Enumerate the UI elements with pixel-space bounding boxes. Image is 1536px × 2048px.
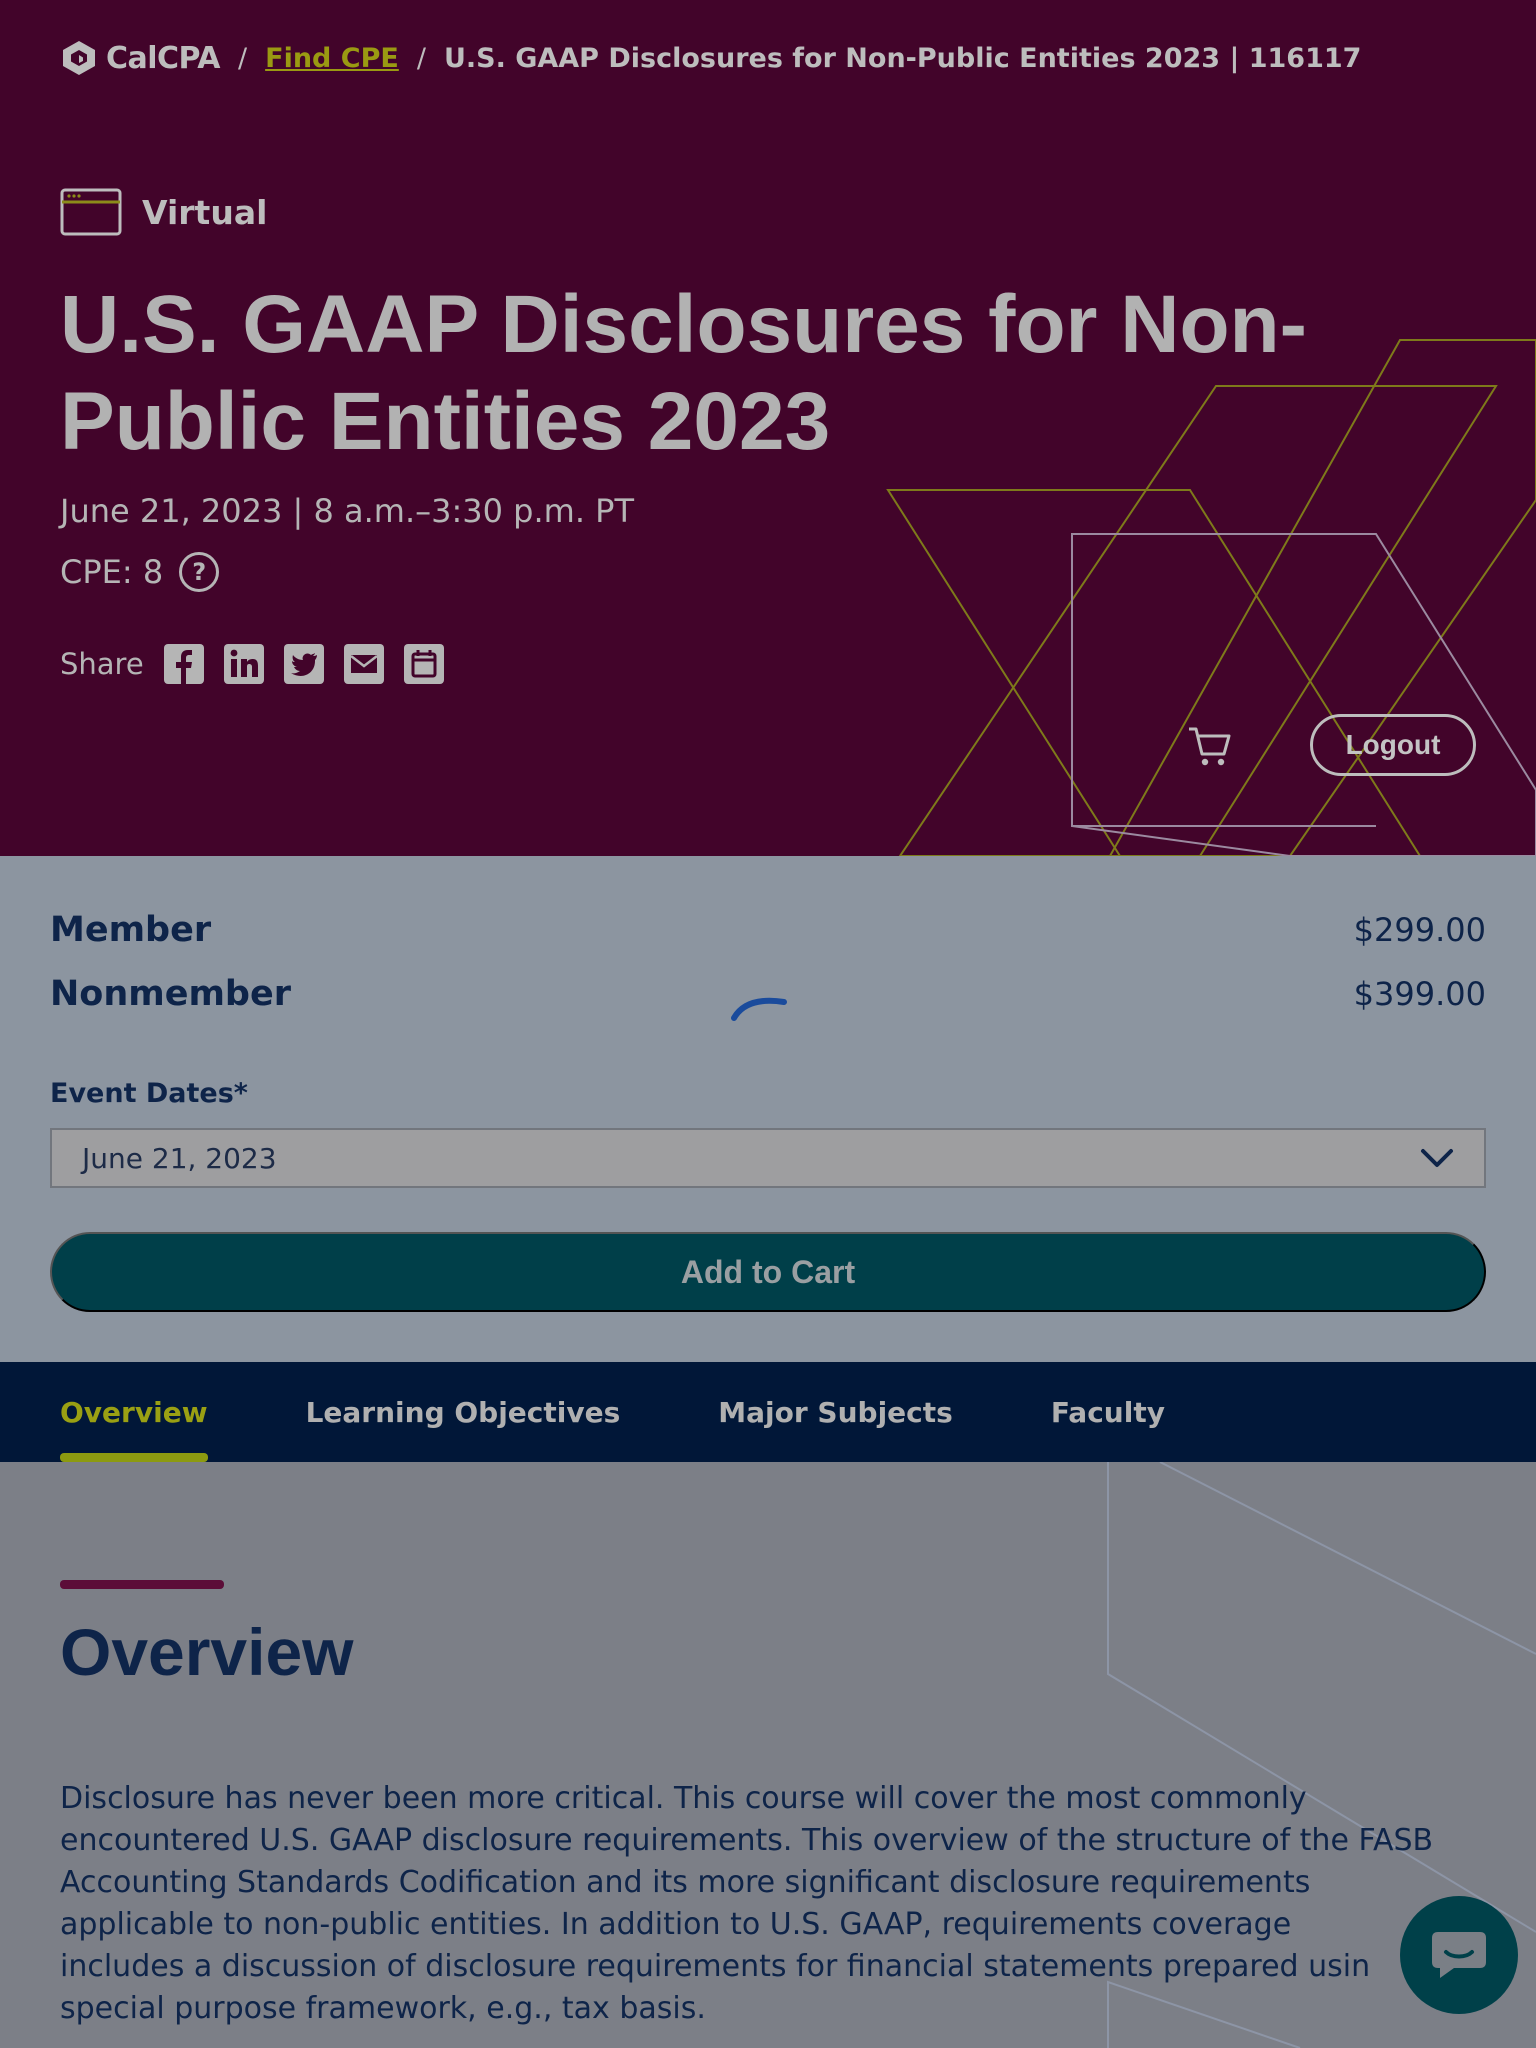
overview-text-line: special purpose framework, e.g., tax bas… bbox=[60, 1991, 706, 2026]
price-value: $399.00 bbox=[1353, 975, 1486, 1013]
twitter-icon[interactable] bbox=[282, 642, 326, 686]
purchase-panel: Member $299.00 Nonmember $399.00 Event D… bbox=[0, 856, 1536, 1362]
overview-text-line: includes a discussion of disclosure requ… bbox=[60, 1949, 1371, 1984]
breadcrumb-separator: / bbox=[416, 42, 426, 74]
tab-learning-objectives[interactable]: Learning Objectives bbox=[306, 1362, 621, 1462]
share-label: Share bbox=[60, 647, 144, 681]
chevron-down-icon bbox=[1421, 1149, 1453, 1167]
tab-label: Overview bbox=[60, 1395, 208, 1429]
price-value: $299.00 bbox=[1353, 911, 1486, 949]
tab-label: Major Subjects bbox=[718, 1395, 953, 1429]
event-format-label: Virtual bbox=[142, 192, 268, 232]
calendar-icon[interactable] bbox=[402, 642, 446, 686]
linkedin-icon[interactable] bbox=[222, 642, 266, 686]
share-bar: Share bbox=[60, 642, 446, 686]
breadcrumb-separator: / bbox=[238, 42, 248, 74]
tab-major-subjects[interactable]: Major Subjects bbox=[718, 1362, 953, 1462]
event-date-select-value: June 21, 2023 bbox=[82, 1141, 277, 1175]
facebook-icon[interactable] bbox=[162, 642, 206, 686]
tab-overview[interactable]: Overview bbox=[60, 1362, 208, 1462]
event-hero: CalCPA / Find CPE / U.S. GAAP Disclosure… bbox=[0, 0, 1536, 856]
overview-text-line: applicable to non-public entities. In ad… bbox=[60, 1907, 1292, 1942]
tab-label: Learning Objectives bbox=[305, 1395, 621, 1429]
calcpa-logo[interactable]: CalCPA bbox=[60, 39, 221, 77]
chat-button[interactable] bbox=[1400, 1896, 1518, 2014]
brand-name: CalCPA bbox=[106, 40, 221, 76]
calcpa-logo-icon bbox=[63, 41, 95, 75]
active-tab-indicator bbox=[60, 1453, 208, 1462]
event-dates-label: Event Dates* bbox=[50, 1078, 248, 1109]
overview-section: Overview Disclosure has never been more … bbox=[0, 1462, 1536, 2048]
loading-spinner-icon bbox=[731, 997, 787, 1021]
tab-faculty[interactable]: Faculty bbox=[1051, 1362, 1165, 1462]
price-label: Member bbox=[50, 910, 212, 950]
event-date-time: June 21, 2023 | 8 a.m.–3:30 p.m. PT bbox=[60, 492, 635, 530]
email-icon[interactable] bbox=[342, 642, 386, 686]
breadcrumb-find-cpe-link[interactable]: Find CPE bbox=[265, 43, 399, 74]
cpe-credits: CPE: 8 ? bbox=[60, 552, 220, 592]
chat-bubble-icon bbox=[1432, 1932, 1486, 1978]
overview-text: Disclosure has never been more critical.… bbox=[60, 1778, 1490, 2030]
tab-label: Faculty bbox=[1050, 1395, 1165, 1429]
event-format: Virtual bbox=[60, 188, 267, 236]
cpe-value: CPE: 8 bbox=[60, 553, 164, 591]
overview-text-line: Disclosure has never been more critical.… bbox=[60, 1781, 1307, 1816]
breadcrumb-current: U.S. GAAP Disclosures for Non-Public Ent… bbox=[443, 42, 1362, 74]
breadcrumb: CalCPA / Find CPE / U.S. GAAP Disclosure… bbox=[60, 38, 1361, 78]
page-title-line-1: U.S. GAAP Disclosures for Non- bbox=[60, 279, 1307, 370]
section-tabs: Overview Learning Objectives Major Subje… bbox=[0, 1362, 1536, 1462]
section-accent-bar bbox=[60, 1580, 224, 1589]
browser-window-icon bbox=[60, 188, 122, 236]
price-label: Nonmember bbox=[50, 974, 291, 1014]
logout-button[interactable]: Logout bbox=[1310, 714, 1476, 776]
event-date-select[interactable]: June 21, 2023 bbox=[50, 1128, 1486, 1188]
price-row-member: Member $299.00 bbox=[50, 910, 1486, 950]
cart-icon[interactable] bbox=[1186, 722, 1234, 770]
help-icon[interactable]: ? bbox=[179, 552, 220, 592]
page-title: U.S. GAAP Disclosures for Non- Public En… bbox=[60, 276, 1360, 470]
overview-text-line: encountered U.S. GAAP disclosure require… bbox=[60, 1823, 1434, 1858]
add-to-cart-button[interactable]: Add to Cart bbox=[50, 1232, 1486, 1312]
overview-text-line: Accounting Standards Codification and it… bbox=[60, 1865, 1311, 1900]
page-title-line-2: Public Entities 2023 bbox=[60, 376, 831, 467]
overview-heading: Overview bbox=[60, 1615, 354, 1689]
